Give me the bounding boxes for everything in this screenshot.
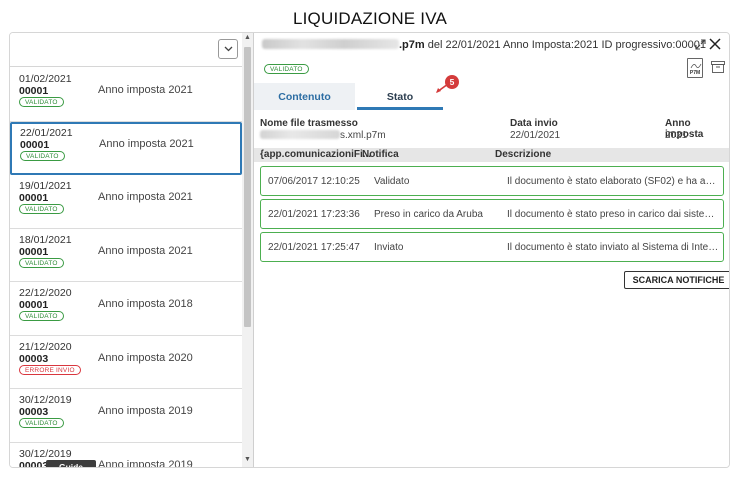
p7m-label: P7M xyxy=(689,70,701,76)
table-row[interactable]: 22/01/2021 17:23:36 Preso in carico da A… xyxy=(260,199,724,229)
list-scrollbar[interactable]: ▲ ▼ xyxy=(242,33,253,467)
collapse-button[interactable] xyxy=(218,39,238,59)
detail-tabs: Contenuto Stato xyxy=(254,83,729,110)
row-datetime: 07/06/2017 12:10:25 xyxy=(268,176,360,187)
item-number: 00003 xyxy=(19,352,49,365)
send-date-label: Data invio xyxy=(510,118,558,129)
tax-year-value: 2021 xyxy=(665,130,688,141)
row-descrizione: Il documento è stato elaborato (SF02) e … xyxy=(507,176,719,187)
detail-panel: .p7m del 22/01/2021 Anno Imposta:2021 ID… xyxy=(254,33,729,467)
document-list-panel: 01/02/2021 00001 VALIDATO Anno imposta 2021… xyxy=(10,33,254,468)
transmission-meta: Nome file trasmesso s.xml.p7m Data invio… xyxy=(254,118,729,146)
step-marker: 5 xyxy=(445,75,459,89)
status-badge: VALIDATO xyxy=(19,257,64,268)
file-name-label: Nome file trasmesso xyxy=(260,118,358,129)
row-datetime: 22/01/2021 17:23:36 xyxy=(268,209,360,220)
tab-stato[interactable]: Stato xyxy=(357,83,443,110)
item-number: 00001 xyxy=(19,245,49,258)
close-icon[interactable] xyxy=(708,37,722,51)
item-tax-year: Anno imposta 2021 xyxy=(98,191,193,203)
item-date: 30/12/2019 xyxy=(19,394,72,406)
file-extension: .p7m xyxy=(399,39,425,51)
item-tax-year: Anno imposta 2021 xyxy=(99,137,194,150)
file-name-value: s.xml.p7m xyxy=(260,130,386,141)
item-tax-year: Anno imposta 2021 xyxy=(98,244,193,257)
download-notifications-button[interactable]: SCARICA NOTIFICHE xyxy=(624,271,729,289)
item-tax-year: Anno imposta 2019 xyxy=(98,405,193,417)
item-date: 19/01/2021 xyxy=(19,180,72,192)
item-number: 00001 xyxy=(19,85,49,97)
row-descrizione: Il documento è stato preso in carico dai… xyxy=(507,209,719,220)
list-item[interactable]: 21/12/2020 00003 ERRORE INVIO Anno imposta … xyxy=(10,335,242,389)
liquidazione-window: 01/02/2021 00001 VALIDATO Anno imposta 2021… xyxy=(9,32,730,468)
item-date: 21/12/2020 xyxy=(19,340,72,353)
p7m-download-icon[interactable]: P7M xyxy=(687,58,703,78)
row-notifica: Inviato xyxy=(374,242,404,253)
status-badge: VALIDATO xyxy=(19,418,64,428)
row-descrizione: Il documento è stato inviato al Sistema … xyxy=(507,242,719,253)
table-row[interactable]: 07/06/2017 12:10:25 Validato Il document… xyxy=(260,166,724,196)
page-title: LIQUIDAZIONE IVA xyxy=(292,9,448,28)
list-item[interactable]: 18/01/2021 00001 VALIDATO Anno imposta 2021 xyxy=(10,228,242,282)
redacted-filename xyxy=(262,39,399,49)
document-list: 01/02/2021 00001 VALIDATO Anno imposta 2021… xyxy=(10,68,242,468)
item-tax-year: Anno imposta 2020 xyxy=(98,351,193,364)
column-header-notifica[interactable]: Notifica xyxy=(362,149,399,160)
status-badge: VALIDATO xyxy=(264,64,309,74)
status-badge: VALIDATO xyxy=(19,204,64,214)
row-datetime: 22/01/2021 17:25:47 xyxy=(268,242,360,253)
signature-icon xyxy=(690,63,702,69)
file-info: del 22/01/2021 Anno Imposta:2021 ID prog… xyxy=(424,39,706,51)
item-number: 00003 xyxy=(19,459,49,468)
column-header-descrizione[interactable]: Descrizione xyxy=(495,149,551,160)
list-toolbar xyxy=(10,33,242,67)
item-tax-year: Anno imposta 2018 xyxy=(98,298,193,310)
row-notifica: Validato xyxy=(374,176,410,187)
item-date: 22/12/2020 xyxy=(19,287,72,299)
status-badge: ERRORE INVIO xyxy=(19,364,81,375)
grid-header: {app.comunicazioniFi... Notifica Descriz… xyxy=(254,148,729,162)
table-row[interactable]: 22/01/2021 17:25:47 Inviato Il documento… xyxy=(260,232,724,262)
list-item[interactable]: 01/02/2021 00001 VALIDATO Anno imposta 2021 xyxy=(10,68,242,122)
list-item[interactable]: 22/12/2020 00001 VALIDATO Anno imposta 2018 xyxy=(10,282,242,336)
item-date: 18/01/2021 xyxy=(19,233,72,246)
chevron-down-icon xyxy=(224,46,232,52)
item-tax-year: Anno imposta 2021 xyxy=(98,84,193,96)
list-item[interactable]: 19/01/2021 00001 VALIDATO Anno imposta 2021 xyxy=(10,175,242,229)
status-badge: VALIDATO xyxy=(19,311,64,321)
status-badge: VALIDATO xyxy=(20,150,65,161)
column-header-datetime[interactable]: {app.comunicazioniFi... xyxy=(260,149,371,160)
item-number: 00003 xyxy=(19,406,49,418)
list-item[interactable]: 30/12/201900003VALIDATO Anno imposta 2019 xyxy=(10,389,242,443)
status-badge: VALIDATO xyxy=(19,97,64,107)
file-title: .p7m del 22/01/2021 Anno Imposta:2021 ID… xyxy=(262,39,706,51)
item-date: 22/01/2021 xyxy=(20,126,73,139)
guide-tab[interactable]: Guide xyxy=(46,460,96,467)
redacted-file-name xyxy=(260,130,340,139)
archive-icon[interactable] xyxy=(711,61,725,73)
item-number: 00001 xyxy=(19,299,49,311)
send-date-value: 22/01/2021 xyxy=(510,130,561,141)
item-date: 30/12/2019 xyxy=(19,447,72,460)
expand-icon[interactable] xyxy=(695,39,706,50)
item-tax-year: Anno imposta 2019 xyxy=(98,458,193,468)
scroll-thumb[interactable] xyxy=(244,47,251,327)
scroll-down-arrow-icon[interactable]: ▼ xyxy=(242,456,253,466)
item-number: 00001 xyxy=(20,138,50,151)
item-number: 00001 xyxy=(19,192,49,204)
row-notifica: Preso in carico da Aruba xyxy=(374,209,483,220)
item-date: 01/02/2021 xyxy=(19,73,72,85)
list-item[interactable]: 30/12/201900003VALIDATOAnno imposta 2019 xyxy=(10,442,242,468)
tab-contenuto[interactable]: Contenuto xyxy=(254,83,355,110)
list-item[interactable]: 22/01/2021 00001 VALIDATO Anno imposta 2021 xyxy=(10,121,242,175)
scroll-up-arrow-icon[interactable]: ▲ xyxy=(242,34,253,44)
